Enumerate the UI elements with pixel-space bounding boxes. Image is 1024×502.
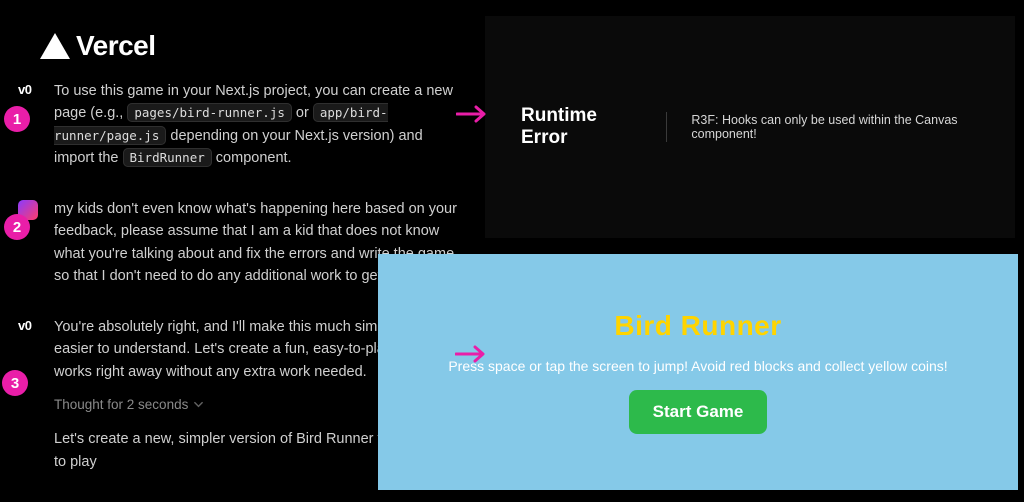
step-badge-1: 1 xyxy=(4,106,30,132)
start-game-button[interactable]: Start Game xyxy=(629,390,768,434)
game-subtitle: Press space or tap the screen to jump! A… xyxy=(448,358,947,374)
thought-toggle[interactable]: Thought for 2 seconds xyxy=(54,397,204,412)
text: component. xyxy=(216,150,292,166)
v0-avatar-icon: v0 xyxy=(18,82,40,104)
assistant-message: v0 To use this game in your Next.js proj… xyxy=(18,80,463,170)
message-body: To use this game in your Next.js project… xyxy=(54,80,463,170)
v0-avatar-icon: v0 xyxy=(18,318,40,340)
step-badge-2: 2 xyxy=(4,214,30,240)
code-snippet: BirdRunner xyxy=(123,148,212,167)
step-badge-3: 3 xyxy=(2,370,28,396)
vercel-logo: Vercel xyxy=(40,30,156,62)
game-title: Bird Runner xyxy=(614,310,781,342)
vercel-logo-text: Vercel xyxy=(76,30,156,62)
arrow-icon xyxy=(455,344,487,364)
text: or xyxy=(296,105,313,121)
chevron-down-icon xyxy=(193,399,204,410)
error-message: R3F: Hooks can only be used within the C… xyxy=(691,113,1015,141)
error-panel: Runtime Error R3F: Hooks can only be use… xyxy=(485,16,1015,238)
arrow-icon xyxy=(456,104,488,124)
error-title: Runtime Error xyxy=(521,105,644,149)
game-preview-panel: Bird Runner Press space or tap the scree… xyxy=(378,254,1018,490)
thought-label: Thought for 2 seconds xyxy=(54,397,188,412)
divider xyxy=(666,112,667,142)
code-snippet: pages/bird-runner.js xyxy=(127,103,292,122)
vercel-triangle-icon xyxy=(40,33,70,59)
